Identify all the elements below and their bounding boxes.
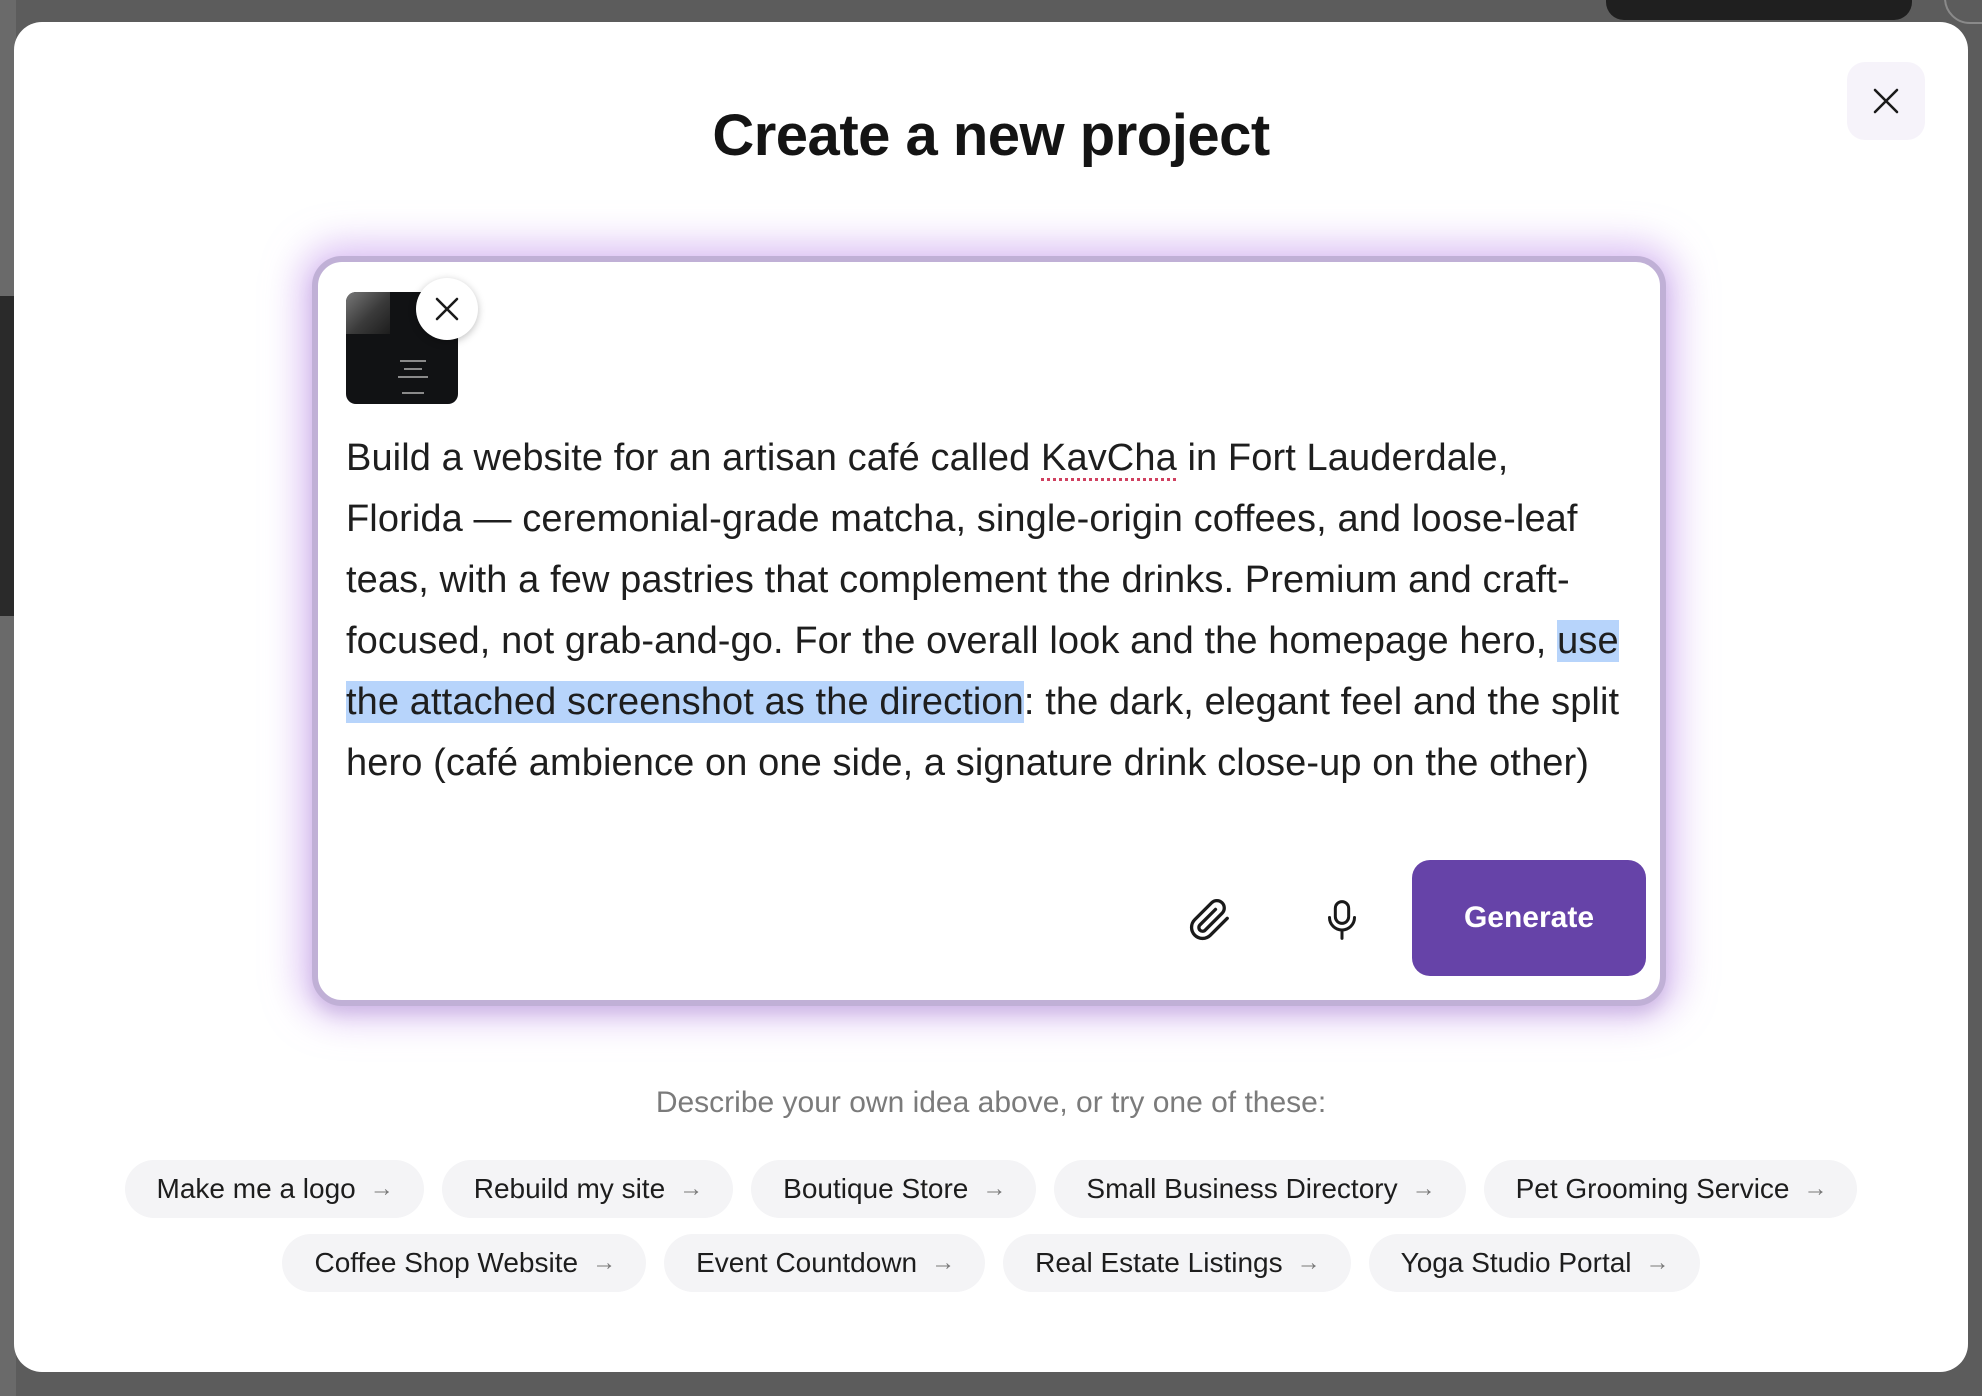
- remove-attachment-button[interactable]: [416, 278, 478, 340]
- arrow-right-icon: →: [1296, 1249, 1321, 1276]
- attach-file-button[interactable]: [1180, 890, 1240, 950]
- thumbnail-line: [400, 360, 426, 362]
- suggestion-chip-make-me-a-logo[interactable]: Make me a logo →: [124, 1160, 424, 1218]
- thumbnail-line: [404, 368, 422, 370]
- arrow-right-icon: →: [1645, 1249, 1670, 1276]
- background-toolbar-pill: [1606, 0, 1912, 20]
- suggestion-chip-yoga-studio-portal[interactable]: Yoga Studio Portal →: [1368, 1234, 1700, 1292]
- suggestion-chip-real-estate-listings[interactable]: Real Estate Listings →: [1003, 1234, 1351, 1292]
- create-project-modal: Create a new project Build a website for…: [14, 22, 1968, 1372]
- arrow-right-icon: →: [1411, 1175, 1436, 1202]
- suggestion-row: Make me a logo → Rebuild my site → Bouti…: [14, 1160, 1968, 1218]
- prompt-text-segment: Build a website for an artisan café call…: [346, 437, 1042, 479]
- suggestion-chip-label: Real Estate Listings: [1035, 1247, 1283, 1278]
- suggestions-hint: Describe your own idea above, or try one…: [655, 1086, 1327, 1119]
- arrow-right-icon: →: [679, 1175, 704, 1202]
- thumbnail-line: [398, 376, 428, 378]
- suggestion-chip-label: Make me a logo: [156, 1173, 356, 1204]
- arrow-right-icon: →: [1803, 1175, 1828, 1202]
- suggestion-chip-event-countdown[interactable]: Event Countdown →: [664, 1234, 986, 1292]
- thumbnail-line: [402, 392, 424, 394]
- misspelled-word: KavCha: [1041, 437, 1177, 479]
- suggestion-chip-label: Yoga Studio Portal: [1400, 1247, 1632, 1278]
- suggestion-chip-label: Event Countdown: [696, 1247, 918, 1278]
- prompt-textarea[interactable]: Build a website for an artisan café call…: [346, 428, 1634, 790]
- background-avatar-ring: [1944, 0, 1982, 24]
- suggestion-chip-rebuild-my-site[interactable]: Rebuild my site →: [441, 1160, 734, 1218]
- suggestion-chip-label: Small Business Directory: [1086, 1173, 1398, 1204]
- suggestion-chip-label: Boutique Store: [783, 1173, 969, 1204]
- suggestion-chip-label: Rebuild my site: [473, 1173, 666, 1204]
- generate-button[interactable]: Generate: [1412, 860, 1646, 976]
- suggestion-chip-small-business-directory[interactable]: Small Business Directory →: [1054, 1160, 1466, 1218]
- arrow-right-icon: →: [931, 1249, 956, 1276]
- voice-input-button[interactable]: [1312, 890, 1372, 950]
- prompt-card: Build a website for an artisan café call…: [312, 256, 1666, 1006]
- suggestion-chip-coffee-shop-website[interactable]: Coffee Shop Website →: [282, 1234, 647, 1292]
- paperclip-icon: [1189, 898, 1229, 941]
- close-icon: [435, 297, 459, 321]
- arrow-right-icon: →: [982, 1175, 1007, 1202]
- microphone-icon: [1328, 900, 1356, 940]
- suggestion-chip-label: Coffee Shop Website: [314, 1247, 579, 1278]
- suggestion-chip-pet-grooming-service[interactable]: Pet Grooming Service →: [1483, 1160, 1858, 1218]
- attachment-photo: [346, 292, 390, 334]
- suggestion-row: Coffee Shop Website → Event Countdown → …: [14, 1234, 1968, 1292]
- arrow-right-icon: →: [592, 1249, 617, 1276]
- arrow-right-icon: →: [369, 1175, 394, 1202]
- suggestion-chip-label: Pet Grooming Service: [1515, 1173, 1790, 1204]
- suggestion-chip-boutique-store[interactable]: Boutique Store →: [751, 1160, 1037, 1218]
- modal-title: Create a new project: [712, 103, 1270, 168]
